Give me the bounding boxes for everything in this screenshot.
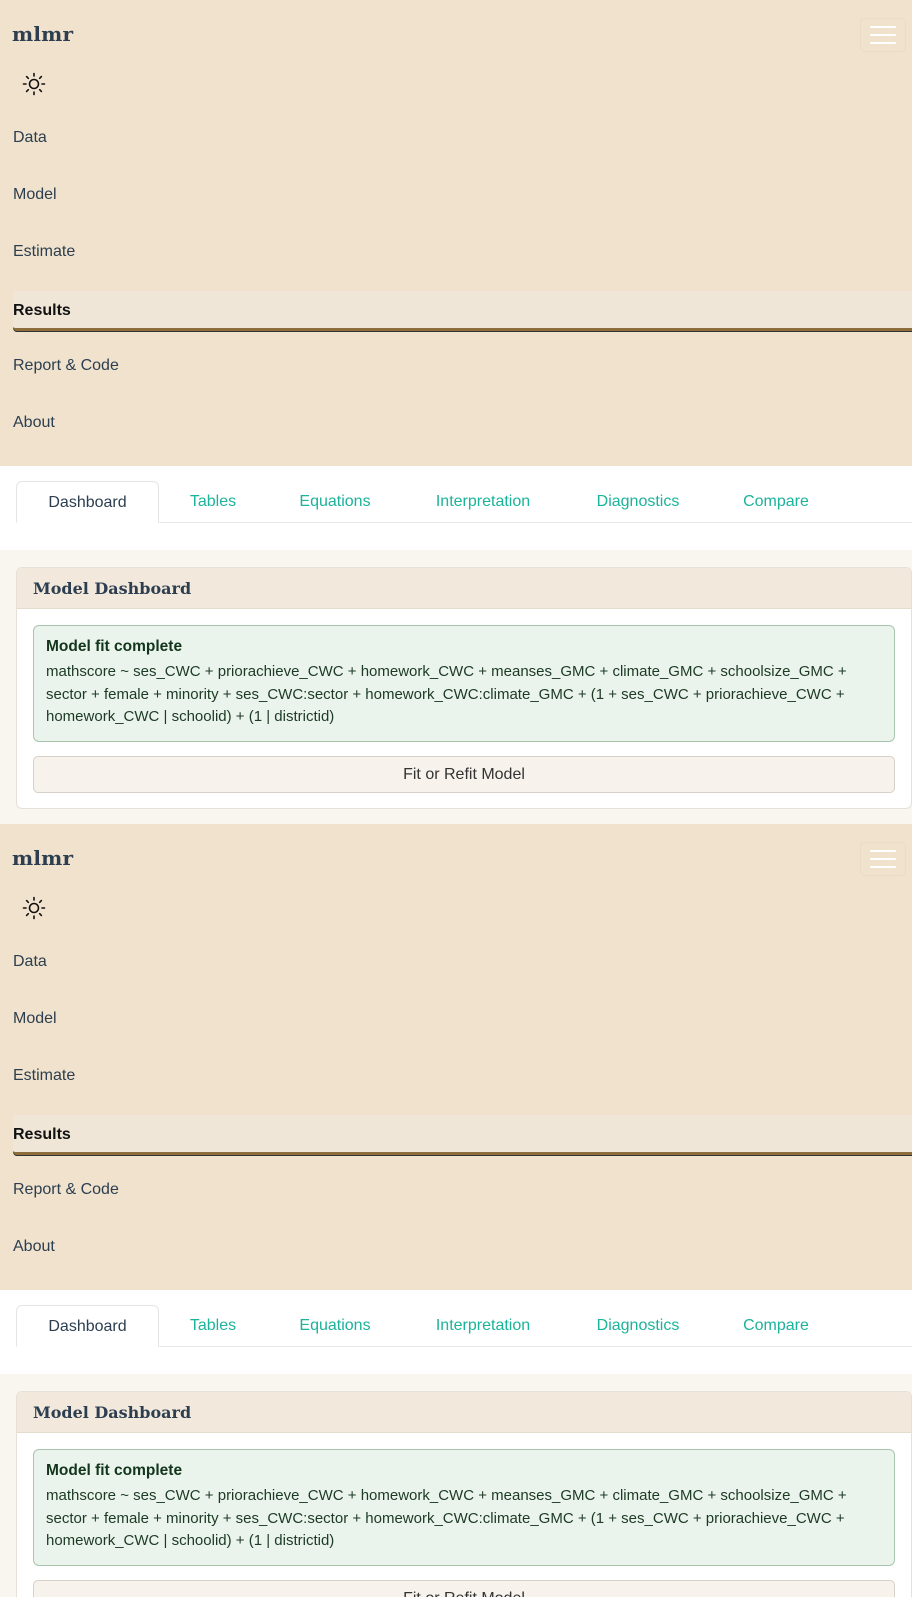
tab-diagnostics[interactable]: Diagnostics [580, 1305, 696, 1347]
model-dashboard-card: Model Dashboard Model fit complete maths… [16, 1391, 912, 1597]
alert-title: Model fit complete [46, 1462, 183, 1479]
nav-item-model[interactable]: Model [13, 999, 57, 1039]
nav-item-results[interactable]: Results [13, 1115, 912, 1155]
app-view-1: mlmr Data Model Estimate Results Report … [0, 0, 912, 824]
fit-model-button[interactable]: Fit or Refit Model [33, 1580, 895, 1597]
model-formula: mathscore ~ ses_CWC + priorachieve_CWC +… [46, 1487, 847, 1549]
card-title: Model Dashboard [17, 1392, 911, 1433]
fit-status-alert: Model fit complete mathscore ~ ses_CWC +… [33, 625, 895, 742]
brand-logo[interactable]: mlmr [12, 846, 73, 870]
app-view-2: mlmr Data Model Estimate Results Report … [0, 824, 912, 1597]
hamburger-menu-icon[interactable] [860, 842, 906, 876]
alert-title: Model fit complete [46, 638, 183, 655]
tab-interpretation[interactable]: Interpretation [418, 1305, 548, 1347]
tab-compare[interactable]: Compare [728, 481, 824, 523]
hamburger-menu-icon[interactable] [860, 18, 906, 52]
tab-interpretation[interactable]: Interpretation [418, 481, 548, 523]
sun-icon[interactable] [22, 72, 46, 96]
tab-equations[interactable]: Equations [280, 481, 390, 523]
tab-equations[interactable]: Equations [280, 1305, 390, 1347]
results-tabbar: Dashboard Tables Equations Interpretatio… [0, 466, 912, 550]
nav-item-results[interactable]: Results [13, 291, 912, 331]
model-formula: mathscore ~ ses_CWC + priorachieve_CWC +… [46, 663, 847, 725]
nav-item-data[interactable]: Data [13, 942, 47, 982]
tab-diagnostics[interactable]: Diagnostics [580, 481, 696, 523]
tab-compare[interactable]: Compare [728, 1305, 824, 1347]
nav-item-about[interactable]: About [13, 403, 55, 443]
sun-icon[interactable] [22, 896, 46, 920]
fit-model-button[interactable]: Fit or Refit Model [33, 756, 895, 793]
navbar: mlmr Data Model Estimate Results Report … [0, 0, 912, 466]
card-title: Model Dashboard [17, 568, 911, 609]
navbar: mlmr Data Model Estimate Results Report … [0, 824, 912, 1290]
fit-status-alert: Model fit complete mathscore ~ ses_CWC +… [33, 1449, 895, 1566]
tab-dashboard[interactable]: Dashboard [16, 1305, 159, 1347]
nav-item-model[interactable]: Model [13, 175, 57, 215]
nav-item-estimate[interactable]: Estimate [13, 1056, 75, 1096]
nav-item-about[interactable]: About [13, 1227, 55, 1267]
tab-tables[interactable]: Tables [170, 1305, 256, 1347]
results-tabbar: Dashboard Tables Equations Interpretatio… [0, 1290, 912, 1374]
tab-dashboard[interactable]: Dashboard [16, 481, 159, 523]
nav-item-report-code[interactable]: Report & Code [13, 1170, 119, 1210]
nav-item-estimate[interactable]: Estimate [13, 232, 75, 272]
brand-logo[interactable]: mlmr [12, 22, 73, 46]
nav-item-data[interactable]: Data [13, 118, 47, 158]
model-dashboard-card: Model Dashboard Model fit complete maths… [16, 567, 912, 809]
nav-item-report-code[interactable]: Report & Code [13, 346, 119, 386]
tab-tables[interactable]: Tables [170, 481, 256, 523]
